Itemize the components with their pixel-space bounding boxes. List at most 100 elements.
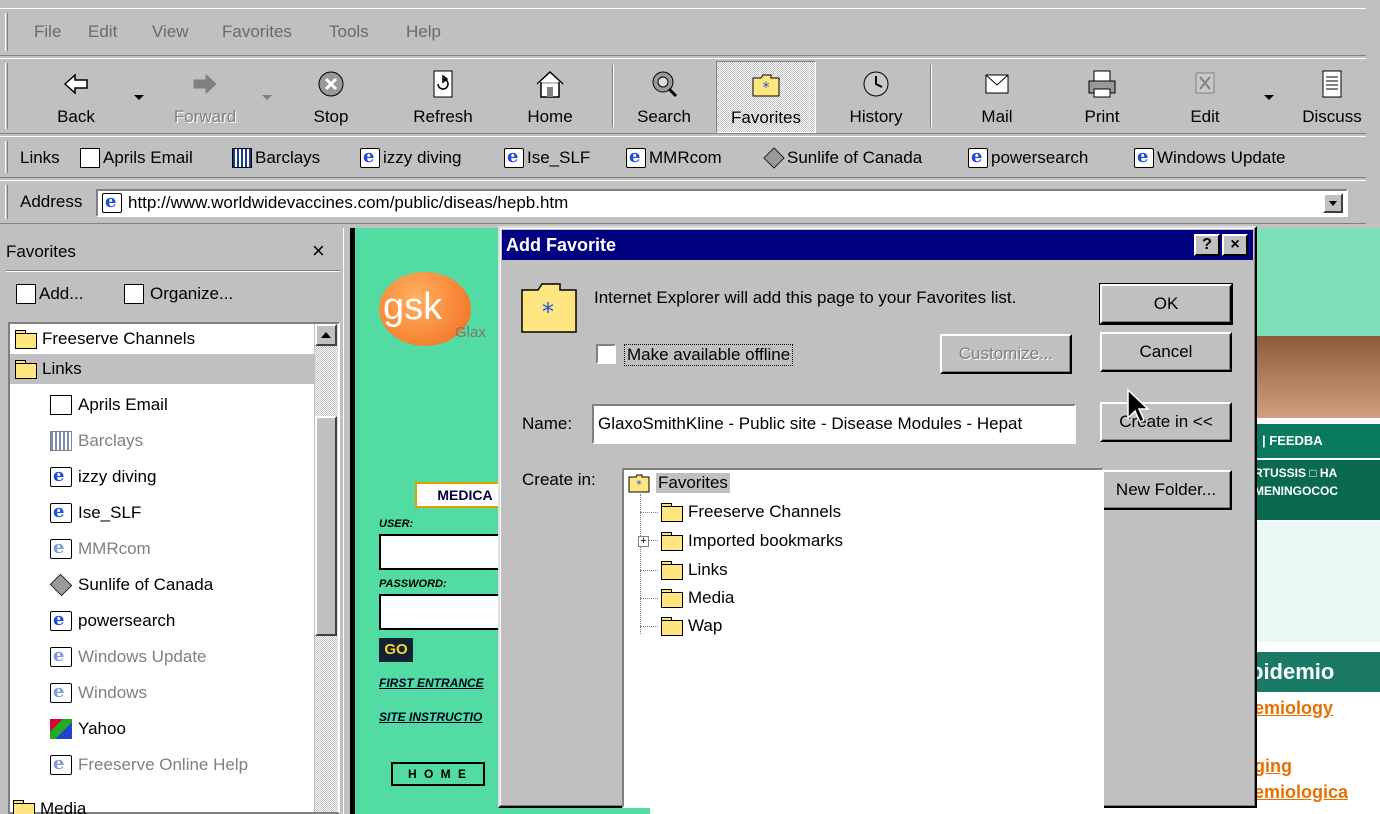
feedback-link[interactable]: | FEEDBA xyxy=(1250,424,1380,458)
menu-grip[interactable] xyxy=(5,13,8,51)
pane-splitter[interactable] xyxy=(343,228,350,814)
fav-item-izzy-diving[interactable]: izzy diving xyxy=(50,462,156,492)
back-button[interactable]: Back xyxy=(44,61,108,133)
fav-item-sunlife-of-canada[interactable]: Sunlife of Canada xyxy=(49,570,213,600)
address-dropdown-button[interactable] xyxy=(1323,193,1343,213)
tree-item-wap[interactable]: Wap xyxy=(660,613,722,639)
home-button[interactable]: Home xyxy=(510,61,590,133)
fav-item-mmrcom[interactable]: MMRcom xyxy=(50,534,151,564)
history-button[interactable]: History xyxy=(836,61,916,133)
diamond-icon xyxy=(49,573,73,597)
home-link[interactable]: H O M E xyxy=(391,762,485,786)
tree-item-media[interactable]: Media xyxy=(660,585,734,611)
tree-item-imported-bookmarks[interactable]: Imported bookmarks xyxy=(660,528,843,554)
menu-bar: File Edit View Favorites Tools Help xyxy=(0,8,1366,56)
print-button[interactable]: Print xyxy=(1062,61,1142,133)
link-mmrcom[interactable]: MMRcom xyxy=(626,146,722,169)
tree-item-favorites[interactable]: * Favorites xyxy=(628,470,730,496)
link-barclays[interactable]: Barclays xyxy=(232,147,320,169)
link-powersearch[interactable]: powersearch xyxy=(968,146,1088,169)
forward-button[interactable]: Forward xyxy=(160,61,250,133)
fav-item-yahoo[interactable]: Yahoo xyxy=(50,714,126,744)
fav-folder-media[interactable]: Media xyxy=(12,794,86,814)
mail-icon xyxy=(50,395,72,415)
favorites-pane-close[interactable]: × xyxy=(312,238,325,264)
menu-edit[interactable]: Edit xyxy=(88,22,117,42)
address-input[interactable]: http://www.worldwidevaccines.com/public/… xyxy=(96,189,1348,217)
address-grip[interactable] xyxy=(5,185,8,219)
toolbar-grip[interactable] xyxy=(5,63,8,129)
edit-button[interactable]: Edit xyxy=(1160,61,1250,133)
edit-dropdown-icon[interactable] xyxy=(1264,95,1274,100)
new-folder-button[interactable]: New Folder... xyxy=(1100,470,1232,510)
scroll-thumb[interactable] xyxy=(315,416,337,636)
fav-item-windows-update[interactable]: Windows Update xyxy=(50,642,207,672)
fav-item-windows[interactable]: Windows xyxy=(50,678,147,708)
link-windows-update[interactable]: Windows Update xyxy=(1134,146,1286,169)
forward-dropdown-icon[interactable] xyxy=(262,95,272,100)
site-instructions-link[interactable]: SITE INSTRUCTIO xyxy=(379,710,482,724)
refresh-button[interactable]: Refresh xyxy=(398,61,488,133)
user-input[interactable] xyxy=(379,534,509,570)
link-sunlife-of-canada[interactable]: Sunlife of Canada xyxy=(763,147,922,169)
stop-button[interactable]: Stop xyxy=(296,61,366,133)
menu-view[interactable]: View xyxy=(152,22,189,42)
chevron-down-icon xyxy=(1329,201,1337,206)
decoration xyxy=(1250,522,1380,642)
customize-button[interactable]: Customize... xyxy=(940,334,1072,374)
offline-label[interactable]: Make available offline xyxy=(624,344,794,366)
favorites-scrollbar[interactable] xyxy=(314,324,338,812)
links-grip[interactable] xyxy=(5,141,8,173)
fav-item-powersearch[interactable]: powersearch xyxy=(50,606,175,636)
ok-button[interactable]: OK xyxy=(1099,283,1233,325)
epidemiological-link[interactable]: emiologica xyxy=(1254,782,1348,803)
favorites-add-button[interactable]: Add... xyxy=(16,284,83,304)
link-izzy-diving[interactable]: izzy diving xyxy=(360,146,461,169)
favorites-button[interactable]: * Favorites xyxy=(716,61,816,133)
go-button[interactable]: GO xyxy=(379,638,413,662)
back-dropdown-icon[interactable] xyxy=(134,95,144,100)
link-ise-slf[interactable]: Ise_SLF xyxy=(504,146,590,169)
epidemiology-heading: pidemio xyxy=(1250,652,1380,692)
expand-icon[interactable]: + xyxy=(638,536,649,547)
mail-icon xyxy=(985,74,1009,94)
discuss-icon xyxy=(1322,70,1342,98)
scroll-up-button[interactable] xyxy=(315,324,337,346)
epidemiology-link[interactable]: emiology xyxy=(1254,698,1333,719)
dialog-message: Internet Explorer will add this page to … xyxy=(594,288,1017,307)
toolbar-separator xyxy=(930,65,932,127)
fav-folder-links[interactable]: Links xyxy=(10,354,314,384)
ie-page-icon xyxy=(626,146,646,168)
mail-button[interactable]: Mail xyxy=(944,61,1050,133)
menu-file[interactable]: File xyxy=(34,22,61,42)
name-label: Name: xyxy=(522,414,573,433)
menu-favorites[interactable]: Favorites xyxy=(222,22,292,42)
disease-nav[interactable]: RTUSSIS □ HA MENINGOCOC xyxy=(1250,460,1380,520)
imaging-link[interactable]: ging xyxy=(1254,756,1292,777)
fav-item-aprils-email[interactable]: Aprils Email xyxy=(50,390,168,420)
name-input[interactable]: GlaxoSmithKline - Public site - Disease … xyxy=(592,404,1076,444)
close-button[interactable]: × xyxy=(1222,234,1248,256)
photo xyxy=(1250,336,1380,418)
ie-page-icon xyxy=(50,753,72,775)
favorites-organize-button[interactable]: Organize... xyxy=(124,284,233,304)
tree-item-freeserve-channels[interactable]: Freeserve Channels xyxy=(660,499,841,525)
create-in-button[interactable]: Create in << xyxy=(1100,402,1232,442)
tree-item-links[interactable]: Links xyxy=(660,557,728,583)
history-icon xyxy=(863,71,889,97)
menu-help[interactable]: Help xyxy=(406,22,441,42)
first-entrance-link[interactable]: FIRST ENTRANCE xyxy=(379,676,484,690)
fav-item-barclays[interactable]: Barclays xyxy=(50,426,143,456)
diamond-icon xyxy=(763,147,785,169)
link-aprils-email[interactable]: Aprils Email xyxy=(80,147,193,169)
menu-tools[interactable]: Tools xyxy=(329,22,369,42)
offline-checkbox[interactable] xyxy=(596,344,616,364)
search-button[interactable]: Search xyxy=(624,61,704,133)
help-button[interactable]: ? xyxy=(1194,234,1220,256)
discuss-button[interactable]: Discuss xyxy=(1292,61,1372,133)
fav-item-ise-slf[interactable]: Ise_SLF xyxy=(50,498,141,528)
password-input[interactable] xyxy=(379,594,509,630)
fav-item-freeserve-online-help[interactable]: Freeserve Online Help xyxy=(50,750,248,780)
cancel-button[interactable]: Cancel xyxy=(1100,332,1232,372)
fav-folder-freeserve-channels[interactable]: Freeserve Channels xyxy=(14,324,195,354)
